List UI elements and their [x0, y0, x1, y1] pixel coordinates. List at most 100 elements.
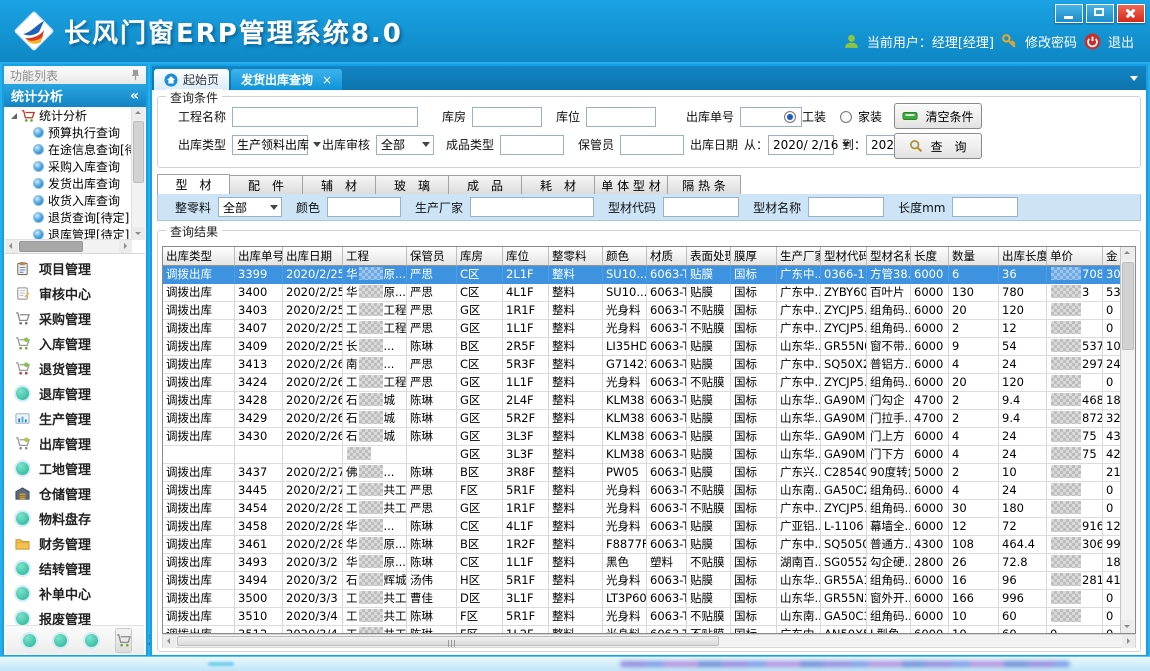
radio-industrial[interactable] [784, 111, 796, 123]
table-row[interactable]: 调拨出库34582020/2/28华...陈琳C区4L1F整料光身料6063-T… [163, 518, 1121, 536]
close-button[interactable] [1117, 4, 1145, 23]
tree-horizontal-scrollbar[interactable] [5, 239, 132, 253]
table-row[interactable]: 调拨出库34542020/2/28工共工程严思G区1R1F整料光身料6063-T… [163, 500, 1121, 518]
table-row[interactable]: 调拨出库34612020/2/28华原...陈琳B区1R2F整料F8877FT6… [163, 536, 1121, 554]
table-row[interactable]: 调拨出库34282020/2/26石城陈琳G区2L4F整料KLM38176063… [163, 392, 1121, 410]
tree-item[interactable]: 退库管理[待定] [5, 226, 132, 240]
table-row[interactable]: 调拨出库34292020/2/26石城陈琳G区5R2F整料KLM38176063… [163, 410, 1121, 428]
sidebar-item-退库管理[interactable]: 退库管理 [6, 381, 144, 406]
column-header[interactable]: 数量 [949, 247, 999, 266]
scroll-up-icon[interactable] [1121, 247, 1134, 260]
filter-input[interactable] [663, 197, 739, 217]
logout-link[interactable]: 退出 [1108, 32, 1134, 51]
tree-item[interactable]: 发货出库查询 [5, 175, 132, 192]
scroll-right-icon[interactable] [119, 240, 132, 253]
keeper-input[interactable] [620, 135, 684, 155]
material-tab[interactable]: 隔 热 条 [668, 175, 741, 195]
filter-input[interactable] [952, 197, 1018, 217]
radio-home[interactable] [840, 111, 852, 123]
column-header[interactable]: 出库日期 [283, 247, 343, 266]
sidebar-item-出库管理[interactable]: 出库管理 [6, 431, 144, 456]
filter-input[interactable] [327, 197, 401, 217]
column-header[interactable]: 保管员 [407, 247, 457, 266]
audit-select[interactable]: 全部 [376, 135, 434, 155]
table-row[interactable]: 调拨出库35122020/3/4工共工程陈琳F区1L2F整料光身料6063-T5… [163, 626, 1121, 633]
filter-select[interactable]: 全部 [218, 197, 282, 217]
table-row[interactable]: G区3L3F整料KLM38176063-T5贴膜国标山东华...GA90M09.… [163, 446, 1121, 464]
scroll-left-icon[interactable] [163, 635, 176, 648]
clear-conditions-button[interactable]: 清空条件 [894, 103, 982, 129]
sidebar-item-工地管理[interactable]: 工地管理 [6, 456, 144, 481]
scroll-up-icon[interactable] [132, 107, 145, 120]
sidebar-item-财务管理[interactable]: 财务管理 [6, 531, 144, 556]
table-row[interactable]: 调拨出库34942020/3/2石辉城汤伟H区5R1F整料光身料6063-T5贴… [163, 572, 1121, 590]
tree-item[interactable]: 在途信息查询[待 [5, 141, 132, 158]
column-header[interactable]: 库房 [457, 247, 503, 266]
expander-icon[interactable] [11, 113, 17, 119]
tree-root-item[interactable]: 统计分析 [5, 107, 132, 124]
column-header[interactable]: 出库类型 [163, 247, 235, 266]
circle-icon[interactable] [54, 634, 67, 647]
tab-list-dropdown-icon[interactable] [1130, 76, 1138, 81]
column-header[interactable]: 型材代码 [821, 247, 867, 266]
table-vertical-scrollbar[interactable] [1120, 247, 1135, 633]
scroll-left-icon[interactable] [5, 240, 18, 253]
table-row[interactable]: 调拨出库33992020/2/25华原...严思C区2L1F整料SU10...6… [163, 266, 1121, 284]
change-password-link[interactable]: 修改密码 [1025, 32, 1077, 51]
column-header[interactable]: 颜色 [603, 247, 647, 266]
table-row[interactable]: 调拨出库34132020/2/26南...严思C区5R3F整料G71422606… [163, 356, 1121, 374]
filter-input[interactable] [470, 197, 594, 217]
table-row[interactable]: 调拨出库34372020/2/27佛...陈琳B区3R8F整料PW056063-… [163, 464, 1121, 482]
search-button[interactable]: 查 询 [894, 133, 982, 159]
sidebar-item-审核中心[interactable]: 审核中心 [6, 281, 144, 306]
tree-item[interactable]: 预算执行查询 [5, 124, 132, 141]
tree-item[interactable]: 退货查询[待定] [5, 209, 132, 226]
material-tab[interactable]: 单 体 型 材 [595, 175, 668, 195]
close-tab-icon[interactable]: × [322, 73, 332, 87]
column-header[interactable]: 型材名称 [867, 247, 911, 266]
scroll-down-icon[interactable] [1121, 620, 1134, 633]
material-tab[interactable]: 配 件 [230, 175, 303, 195]
table-row[interactable]: 调拨出库34932020/3/2华原...陈琳C区1L1F整料黑色塑料不贴膜国标… [163, 554, 1121, 572]
circle-icon[interactable] [85, 634, 98, 647]
scrollbar-thumb[interactable] [133, 121, 144, 183]
table-horizontal-scrollbar[interactable] [162, 634, 1136, 648]
column-header[interactable]: 整零料 [549, 247, 603, 266]
scroll-right-icon[interactable] [1122, 635, 1135, 648]
sidebar-item-补单中心[interactable]: 补单中心 [6, 581, 144, 606]
column-header[interactable]: 材质 [647, 247, 687, 266]
tab-home[interactable]: 起始页 [154, 69, 229, 90]
column-header[interactable]: 出库单号 [235, 247, 283, 266]
material-tab[interactable]: 成 品 [449, 175, 522, 195]
table-row[interactable]: 调拨出库34072020/2/25工工程严思G区1L1F整料光身料6063-T5… [163, 320, 1121, 338]
tab-active[interactable]: 发货出库查询 × [231, 69, 342, 90]
tree-vertical-scrollbar[interactable] [131, 107, 145, 240]
minimize-button[interactable] [1055, 4, 1083, 23]
warehouse-input[interactable] [472, 107, 542, 127]
column-header[interactable]: 工程 [343, 247, 407, 266]
table-row[interactable]: 调拨出库34002020/2/25华原...严思C区4L1F整料SU10...6… [163, 284, 1121, 302]
tree-item[interactable]: 采购入库查询 [5, 158, 132, 175]
sidebar-item-项目管理[interactable]: 项目管理 [6, 256, 144, 281]
column-header[interactable]: 长度 [911, 247, 949, 266]
column-header[interactable]: 库位 [503, 247, 549, 266]
location-input[interactable] [586, 107, 656, 127]
date-from-select[interactable]: 2020/ 2/16 [768, 135, 834, 155]
column-header[interactable]: 膜厚 [731, 247, 777, 266]
scroll-down-icon[interactable] [132, 227, 145, 240]
column-header[interactable]: 生产厂家 [777, 247, 821, 266]
product-type-input[interactable] [500, 135, 564, 155]
sidebar-item-仓储管理[interactable]: 仓储管理 [6, 481, 144, 506]
sidebar-item-物料盘存[interactable]: 物料盘存 [6, 506, 144, 531]
table-row[interactable]: 调拨出库34452020/2/27工共工程严思F区5R1F整料光身料6063-T… [163, 482, 1121, 500]
sidebar-item-入库管理[interactable]: 入库管理 [6, 331, 144, 356]
table-row[interactable]: 调拨出库34242020/2/26工工程严思G区1L1F整料光身料6063-T5… [163, 374, 1121, 392]
material-tab[interactable]: 型 材 [157, 174, 230, 195]
table-row[interactable]: 调拨出库35102020/3/4工共工程陈琳F区5R1F整料光身料6063-T5… [163, 608, 1121, 626]
table-row[interactable]: 调拨出库35002020/3/3工共工程曹佳D区3L1F整料LT3P606063… [163, 590, 1121, 608]
column-header[interactable]: 单价 [1047, 247, 1103, 266]
collapse-icon[interactable]: « [130, 88, 139, 104]
sidebar-item-结转管理[interactable]: 结转管理 [6, 556, 144, 581]
tree-item[interactable]: 收货入库查询 [5, 192, 132, 209]
cart-toolbar-button[interactable] [115, 628, 132, 653]
